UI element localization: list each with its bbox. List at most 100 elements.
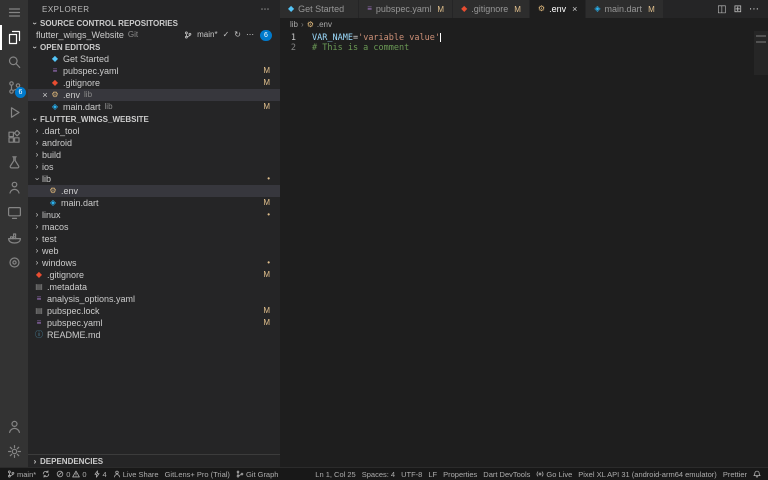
settings-gear-icon[interactable] xyxy=(0,439,28,464)
section-dependencies[interactable]: › DEPENDENCIES xyxy=(28,454,280,467)
tree-folder-lib[interactable]: › lib • xyxy=(28,173,280,185)
tree-file-pubspec-yaml[interactable]: ≡ pubspec.yaml M xyxy=(28,317,280,329)
more-actions-icon[interactable]: ⋯ xyxy=(749,4,759,15)
status-device-selector[interactable]: Pixel XL API 31 (android-arm64 emulator) xyxy=(575,468,720,480)
section-title: OPEN EDITORS xyxy=(40,42,101,52)
tree-folder-dart-tool[interactable]: › .dart_tool xyxy=(28,125,280,137)
testing-flask-icon[interactable] xyxy=(0,150,28,175)
section-open-editors[interactable]: › OPEN EDITORS xyxy=(28,41,280,53)
gear-icon: ⚙ xyxy=(306,19,314,29)
status-bar: main* 0 0 4 Live Share GitLens+ Pro (Tri… xyxy=(0,467,768,480)
sidebar-title: EXPLORER xyxy=(42,5,90,14)
status-problems[interactable]: 0 0 xyxy=(53,468,89,480)
tree-folder-linux[interactable]: › linux • xyxy=(28,209,280,221)
close-icon[interactable]: × xyxy=(572,4,577,14)
tree-file-analysis-options[interactable]: ≡ analysis_options.yaml xyxy=(28,293,280,305)
repo-name: flutter_wings_Website xyxy=(36,30,124,40)
section-workspace[interactable]: › FLUTTER_WINGS_WEBSITE xyxy=(28,113,280,125)
code-line-1: VAR_NAME='variable value' xyxy=(312,33,768,43)
status-go-live[interactable]: Go Live xyxy=(533,468,575,480)
status-formatter[interactable]: Prettier xyxy=(720,468,750,480)
tree-folder-build[interactable]: › build xyxy=(28,149,280,161)
tree-folder-macos[interactable]: › macos xyxy=(28,221,280,233)
chevron-down-icon: › xyxy=(30,21,40,25)
open-editor-main-dart[interactable]: ◈ main.dart lib M xyxy=(28,101,280,113)
tree-file-env[interactable]: ⚙ .env xyxy=(28,185,280,197)
tab-get-started[interactable]: ◆ Get Started xyxy=(280,0,360,18)
status-dart-devtools[interactable]: Dart DevTools xyxy=(480,468,533,480)
activity-bar-bottom xyxy=(0,414,28,464)
docker-icon[interactable] xyxy=(0,225,28,250)
status-cursor-position[interactable]: Ln 1, Col 25 xyxy=(312,468,358,480)
open-editor-gitignore[interactable]: ◆ .gitignore M xyxy=(28,77,280,89)
status-indentation[interactable]: Spaces: 4 xyxy=(359,468,398,480)
open-editor-env[interactable]: × ⚙ .env lib xyxy=(28,89,280,101)
search-icon[interactable] xyxy=(0,50,28,75)
tree-folder-android[interactable]: › android xyxy=(28,137,280,149)
status-branch[interactable]: main* xyxy=(4,468,39,480)
status-sync[interactable] xyxy=(39,468,53,480)
gitlens-icon[interactable] xyxy=(0,250,28,275)
tab-gitignore[interactable]: ◆ .gitignore M xyxy=(453,0,530,18)
account-icon[interactable] xyxy=(0,414,28,439)
section-title: FLUTTER_WINGS_WEBSITE xyxy=(40,114,149,124)
yaml-icon: ≡ xyxy=(36,294,42,303)
extensions-icon[interactable] xyxy=(0,125,28,150)
chevron-right-icon: › xyxy=(35,150,39,159)
remote-explorer-icon[interactable] xyxy=(0,200,28,225)
status-git-graph[interactable]: Git Graph xyxy=(233,468,282,480)
tree-file-gitignore[interactable]: ◆ .gitignore M xyxy=(28,269,280,281)
code-content[interactable]: VAR_NAME='variable value' # This is a co… xyxy=(302,31,768,467)
flutter-icon: ◆ xyxy=(51,54,59,63)
tree-folder-ios[interactable]: › ios xyxy=(28,161,280,173)
repo-row[interactable]: flutter_wings_Website Git main* ✓ ↻ ⋯ 6 xyxy=(28,29,280,41)
tree-folder-windows[interactable]: › windows • xyxy=(28,257,280,269)
commit-check-icon[interactable]: ✓ xyxy=(223,29,230,41)
menu-hamburger-icon[interactable] xyxy=(0,0,28,25)
tree-file-metadata[interactable]: ▤ .metadata xyxy=(28,281,280,293)
editor-layout-icon[interactable]: ⊞ xyxy=(734,4,742,15)
repo-branch[interactable]: main* xyxy=(197,29,217,41)
tree-file-main-dart[interactable]: ◈ main.dart M xyxy=(28,197,280,209)
tab-pubspec-yaml[interactable]: ≡ pubspec.yaml M xyxy=(359,0,454,18)
git-icon: ◆ xyxy=(461,4,468,13)
tab-label: Get Started xyxy=(298,4,345,14)
scm-badge: 6 xyxy=(15,87,26,98)
status-gitlens[interactable]: GitLens+ Pro (Trial) xyxy=(162,468,233,480)
breadcrumb-folder[interactable]: lib xyxy=(290,20,298,29)
gear-icon: ⚙ xyxy=(51,90,59,99)
minimap[interactable] xyxy=(754,31,768,75)
more-actions-icon[interactable]: ⋯ xyxy=(246,29,254,41)
refresh-icon[interactable]: ↻ xyxy=(234,29,241,41)
explorer-icon[interactable] xyxy=(0,25,28,50)
tree-folder-web[interactable]: › web xyxy=(28,245,280,257)
tree-file-pubspec-lock[interactable]: ▤ pubspec.lock M xyxy=(28,305,280,317)
open-editor-pubspec-yaml[interactable]: ≡ pubspec.yaml M xyxy=(28,65,280,77)
sidebar-more-icon[interactable]: ⋯ xyxy=(261,4,271,15)
tab-main-dart[interactable]: ◈ main.dart M xyxy=(586,0,664,18)
section-source-control-repositories[interactable]: › SOURCE CONTROL REPOSITORIES xyxy=(28,17,280,29)
run-debug-icon[interactable] xyxy=(0,100,28,125)
live-share-icon[interactable] xyxy=(0,175,28,200)
open-editor-get-started[interactable]: ◆ Get Started xyxy=(28,53,280,65)
tree-folder-test[interactable]: › test xyxy=(28,233,280,245)
notifications-bell-icon[interactable] xyxy=(750,468,764,480)
status-eol[interactable]: LF xyxy=(425,468,440,480)
tab-bar: ◆ Get Started ≡ pubspec.yaml M ◆ .gitign… xyxy=(280,0,768,18)
tab-env[interactable]: ⚙ .env × xyxy=(529,0,587,18)
split-editor-icon[interactable]: ◫ xyxy=(717,4,726,15)
source-control-icon[interactable]: 6 xyxy=(0,75,28,100)
status-live-share[interactable]: Live Share xyxy=(110,468,162,480)
status-ports[interactable]: 4 xyxy=(90,468,110,480)
close-icon[interactable]: × xyxy=(40,89,50,101)
dart-icon: ◈ xyxy=(49,198,57,207)
person-icon xyxy=(113,470,120,478)
breadcrumb[interactable]: lib › ⚙ .env xyxy=(280,18,768,31)
broadcast-icon xyxy=(536,471,544,477)
chevron-down-icon: › xyxy=(33,177,42,181)
tree-file-readme[interactable]: ⓘ README.md xyxy=(28,329,280,341)
status-encoding[interactable]: UTF-8 xyxy=(398,468,425,480)
status-language-mode[interactable]: Properties xyxy=(440,468,480,480)
breadcrumb-file[interactable]: .env xyxy=(317,20,332,29)
code-editor[interactable]: 1 2 VAR_NAME='variable value' # This is … xyxy=(280,31,768,467)
